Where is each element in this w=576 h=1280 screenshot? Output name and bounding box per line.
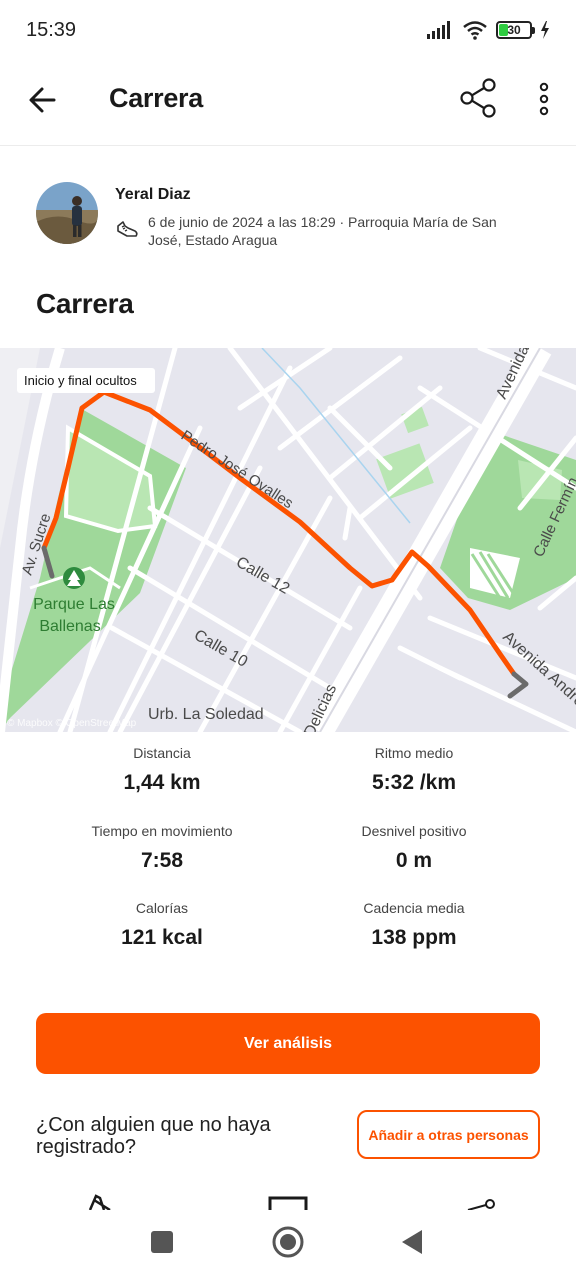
stat-value: 7:58 bbox=[140, 849, 184, 872]
stat-value: 0 m bbox=[395, 849, 433, 872]
stat-avg-cadence: Cadencia media 138 ppm bbox=[289, 900, 539, 950]
stat-value: 121 kcal bbox=[121, 926, 203, 949]
athlete-name[interactable]: Yeral Diaz bbox=[115, 186, 191, 204]
home-icon[interactable] bbox=[272, 1226, 304, 1258]
app-bar: Carrera bbox=[0, 62, 576, 146]
activity-title: Carrera bbox=[36, 288, 134, 319]
stat-moving-time: Tiempo en movimiento 7:58 bbox=[37, 823, 287, 873]
stat-avg-pace: Ritmo medio 5:32 /km bbox=[289, 745, 539, 795]
stat-label: Distancia bbox=[133, 745, 191, 761]
share-icon[interactable] bbox=[458, 76, 502, 120]
charging-icon bbox=[541, 21, 549, 39]
back-nav-icon[interactable] bbox=[402, 1230, 422, 1254]
system-navigation-bar bbox=[0, 1210, 576, 1280]
map-label-soledad: Urb. La Soledad bbox=[148, 706, 264, 723]
stat-value: 5:32 /km bbox=[371, 771, 457, 794]
kudos-icon[interactable] bbox=[88, 1194, 111, 1210]
battery-icon: 30 bbox=[496, 21, 535, 39]
stat-value: 138 ppm bbox=[371, 926, 457, 949]
stat-label: Calorías bbox=[135, 900, 189, 916]
status-icons: 30 bbox=[426, 20, 550, 40]
recent-apps-icon[interactable] bbox=[151, 1231, 173, 1253]
stat-distance: Distancia 1,44 km bbox=[37, 745, 287, 795]
avatar[interactable] bbox=[36, 182, 98, 244]
battery-level: 30 bbox=[507, 23, 521, 37]
stat-label: Ritmo medio bbox=[374, 745, 454, 761]
hidden-start-end-badge: Inicio y final ocultos bbox=[24, 373, 137, 388]
back-arrow-icon[interactable] bbox=[24, 80, 64, 120]
more-options-icon[interactable] bbox=[528, 78, 560, 120]
activity-date-location: 6 de junio de 2024 a las 18:29 · Parroqu… bbox=[148, 214, 497, 248]
park-name-line1: Parque Las bbox=[33, 596, 115, 613]
share-activity-icon[interactable] bbox=[467, 1199, 495, 1210]
wifi-icon bbox=[463, 21, 487, 40]
comment-icon[interactable] bbox=[268, 1196, 308, 1210]
stat-elevation-gain: Desnivel positivo 0 m bbox=[289, 823, 539, 873]
route-map[interactable]: Av. Sucre Pedro José Ovalles Calle 12 Ca… bbox=[0, 348, 576, 732]
park-name-line2: Ballenas bbox=[39, 618, 100, 635]
page-title: Carrera bbox=[109, 83, 203, 113]
status-time: 15:39 bbox=[26, 19, 77, 41]
signal-icon bbox=[427, 21, 450, 39]
running-shoe-icon bbox=[117, 221, 138, 237]
invite-question: ¿Con alguien que no haya registrado? bbox=[36, 1114, 271, 1158]
add-people-button[interactable]: Añadir a otras personas bbox=[357, 1110, 540, 1159]
stat-value: 1,44 km bbox=[123, 771, 201, 794]
stat-label: Cadencia media bbox=[363, 900, 465, 916]
bottom-action-bar bbox=[0, 1190, 576, 1210]
view-analysis-button[interactable]: Ver análisis bbox=[36, 1013, 540, 1074]
map-canvas: Av. Sucre Pedro José Ovalles Calle 12 Ca… bbox=[0, 348, 576, 732]
stat-label: Desnivel positivo bbox=[361, 823, 467, 839]
stat-label: Tiempo en movimiento bbox=[91, 823, 233, 839]
status-bar: 15:39 30 bbox=[0, 0, 576, 62]
map-attribution: © Mapbox © OpenStreetMap bbox=[7, 718, 137, 729]
stat-calories: Calorías 121 kcal bbox=[37, 900, 287, 950]
